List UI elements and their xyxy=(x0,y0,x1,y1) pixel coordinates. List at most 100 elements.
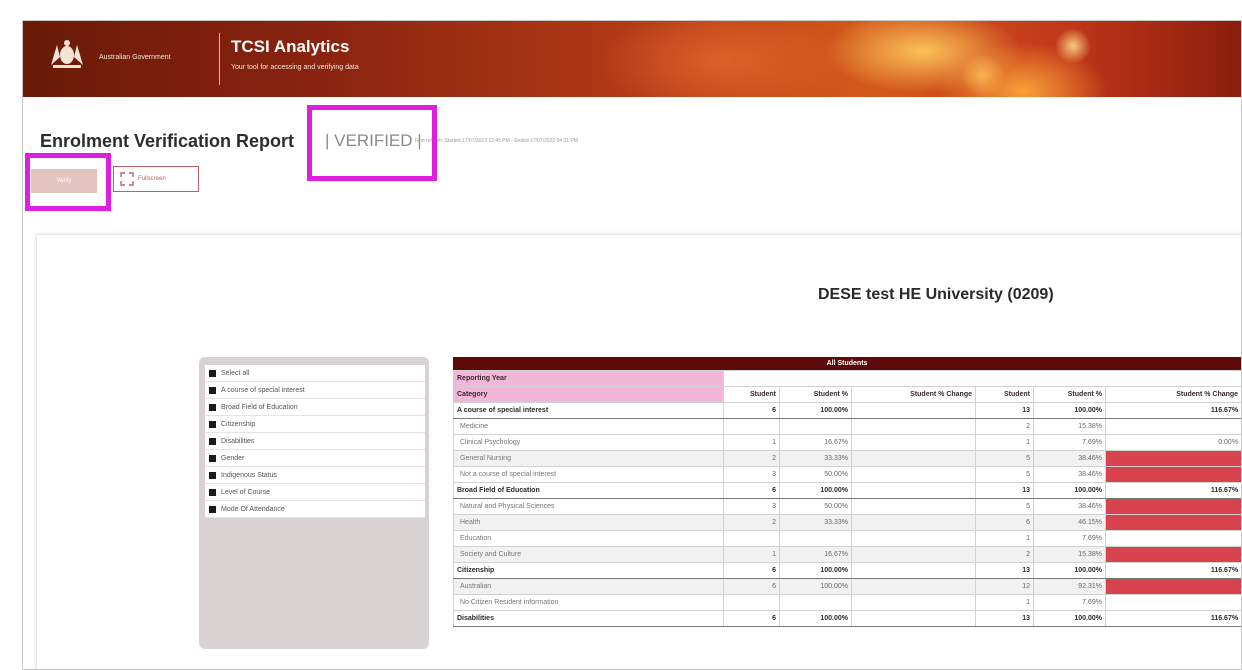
row-category-cell: Clinical Psychology xyxy=(453,434,724,451)
table-row[interactable]: Medicine 2 15.38% xyxy=(453,418,1241,435)
slicer-item-label: Indigenous Status xyxy=(221,471,278,479)
slicer-item[interactable]: Mode Of Attendance xyxy=(205,501,425,518)
slicer-item[interactable]: Disabilities xyxy=(205,433,425,450)
slicer-item[interactable]: Citizenship xyxy=(205,416,425,433)
table-row[interactable]: Education 1 7.69% xyxy=(453,530,1241,547)
checkbox-icon[interactable] xyxy=(209,386,216,394)
row-category-cell: Australian xyxy=(453,578,724,595)
column-header[interactable]: Student % xyxy=(1033,386,1106,403)
checkbox-icon[interactable] xyxy=(209,454,216,462)
report-title: DESE test HE University (0209) xyxy=(818,286,1054,303)
value-cell: 15.38% xyxy=(1033,418,1106,435)
checkbox-icon[interactable] xyxy=(209,403,216,411)
value-cell: 5 xyxy=(975,450,1034,467)
value-cell: 5 xyxy=(975,466,1034,483)
value-cell: 5 xyxy=(975,498,1034,515)
column-header[interactable]: Student xyxy=(723,386,780,403)
value-cell xyxy=(1104,594,1241,611)
value-cell: 3 xyxy=(723,498,780,515)
table-row[interactable]: Natural and Physical Sciences 3 50.00% 5 38.… xyxy=(453,498,1241,515)
table-row[interactable]: Society and Culture 1 16.67% 2 15.38% 100.00% xyxy=(453,546,1241,563)
column-header[interactable]: Student % xyxy=(779,386,852,403)
table-group-row[interactable]: Citizenship 6 100.00% 13 100.00% 116.67% xyxy=(453,562,1241,579)
value-cell: 13 xyxy=(975,610,1034,627)
slicer-item[interactable]: Select all xyxy=(205,365,425,382)
table-row[interactable]: Not a course of special interest 3 50.00% 5… xyxy=(453,466,1241,483)
value-cell: 116.67% xyxy=(1104,562,1241,579)
value-cell: 100.00% xyxy=(1104,546,1241,563)
value-cell: 6 xyxy=(723,562,780,579)
slicer-item-label: Level of Course xyxy=(221,488,271,496)
table-row[interactable]: General Nursing 2 33.33% 5 38.46% 150.00% xyxy=(453,450,1241,467)
value-cell xyxy=(851,418,976,435)
row-category-cell: Broad Field of Education xyxy=(453,482,724,499)
value-cell: 1 xyxy=(975,434,1034,451)
value-cell: 100.00% xyxy=(1033,482,1106,499)
value-cell xyxy=(723,530,780,547)
value-cell xyxy=(851,482,976,499)
refresh-info: First refresh: Started 17/07/2022 12:45 … xyxy=(415,138,578,144)
matrix-table: All Students Reporting Year Category Stu… xyxy=(453,357,1241,627)
checkbox-icon[interactable] xyxy=(209,471,216,479)
value-cell: 100.00% xyxy=(779,610,852,627)
value-cell xyxy=(851,530,976,547)
value-cell: 116.67% xyxy=(1104,402,1241,419)
value-cell: 13 xyxy=(975,562,1034,579)
value-cell: 50.00% xyxy=(779,466,852,483)
value-cell xyxy=(851,594,976,611)
slicer-item[interactable]: Broad Field of Education xyxy=(205,399,425,416)
value-cell: 2 xyxy=(723,450,780,467)
value-cell xyxy=(851,466,976,483)
fullscreen-button[interactable]: Fullscreen xyxy=(113,166,199,192)
column-header[interactable]: Student % Change xyxy=(1104,386,1241,403)
slicer-item-label: Gender xyxy=(221,454,245,462)
table-row[interactable]: Clinical Psychology 1 16.67% 1 7.69% 0.00% xyxy=(453,434,1241,451)
slicer-item-label: Citizenship xyxy=(221,420,256,428)
slicer-item[interactable]: Level of Course xyxy=(205,484,425,501)
row-category-cell: Citizenship xyxy=(453,562,724,579)
value-cell: 1 xyxy=(975,530,1034,547)
value-cell: 6 xyxy=(723,482,780,499)
table-group-row[interactable]: Broad Field of Education 6 100.00% 13 100.00… xyxy=(453,482,1241,499)
slicer-list: Select all A course of special interest Br… xyxy=(205,365,425,518)
value-cell: 2 xyxy=(723,514,780,531)
slicer-item[interactable]: Gender xyxy=(205,450,425,467)
value-cell xyxy=(851,546,976,563)
value-cell xyxy=(851,402,976,419)
value-cell: 16.67% xyxy=(779,434,852,451)
verify-button[interactable]: Verify xyxy=(31,169,97,193)
checkbox-icon[interactable] xyxy=(209,505,216,513)
value-cell xyxy=(851,450,976,467)
table-row[interactable]: No Citizen Resident information 1 7.69% xyxy=(453,594,1241,611)
table-group-row[interactable]: Disabilities 6 100.00% 13 100.00% 116.67% xyxy=(453,610,1241,627)
column-header[interactable]: Student xyxy=(975,386,1034,403)
value-cell: 1 xyxy=(723,434,780,451)
value-cell: 7.69% xyxy=(1033,594,1106,611)
value-cell: 7.69% xyxy=(1033,530,1106,547)
checkbox-icon[interactable] xyxy=(209,369,216,377)
table-row[interactable]: Australian 6 100.00% 12 92.31% 100.00% xyxy=(453,578,1241,595)
row-category-cell: Medicine xyxy=(453,418,724,435)
table-row[interactable]: Health 2 33.33% 6 46.15% 200.00% xyxy=(453,514,1241,531)
row-category-cell: Health xyxy=(453,514,724,531)
slicer-item[interactable]: Indigenous Status xyxy=(205,467,425,484)
value-cell: 13 xyxy=(975,402,1034,419)
value-cell: 38.46% xyxy=(1033,498,1106,515)
value-cell: 6 xyxy=(723,402,780,419)
value-cell: 100.00% xyxy=(779,482,852,499)
value-cell xyxy=(779,530,852,547)
checkbox-icon[interactable] xyxy=(209,488,216,496)
coat-of-arms-icon xyxy=(51,40,83,68)
row-category-cell: A course of special interest xyxy=(453,402,724,419)
value-cell: 16.67% xyxy=(779,546,852,563)
value-cell: 92.31% xyxy=(1033,578,1106,595)
slicer-item[interactable]: A course of special interest xyxy=(205,382,425,399)
header-banner: Australian Government TCSI Analytics You… xyxy=(23,21,1241,97)
slicer-item-label: Mode Of Attendance xyxy=(221,505,285,513)
table-group-row[interactable]: A course of special interest 6 100.00% 13 10… xyxy=(453,402,1241,419)
column-header[interactable]: Student % Change xyxy=(851,386,976,403)
value-cell xyxy=(851,578,976,595)
year-header-blank xyxy=(722,370,1241,387)
checkbox-icon[interactable] xyxy=(209,420,216,428)
checkbox-icon[interactable] xyxy=(209,437,216,445)
